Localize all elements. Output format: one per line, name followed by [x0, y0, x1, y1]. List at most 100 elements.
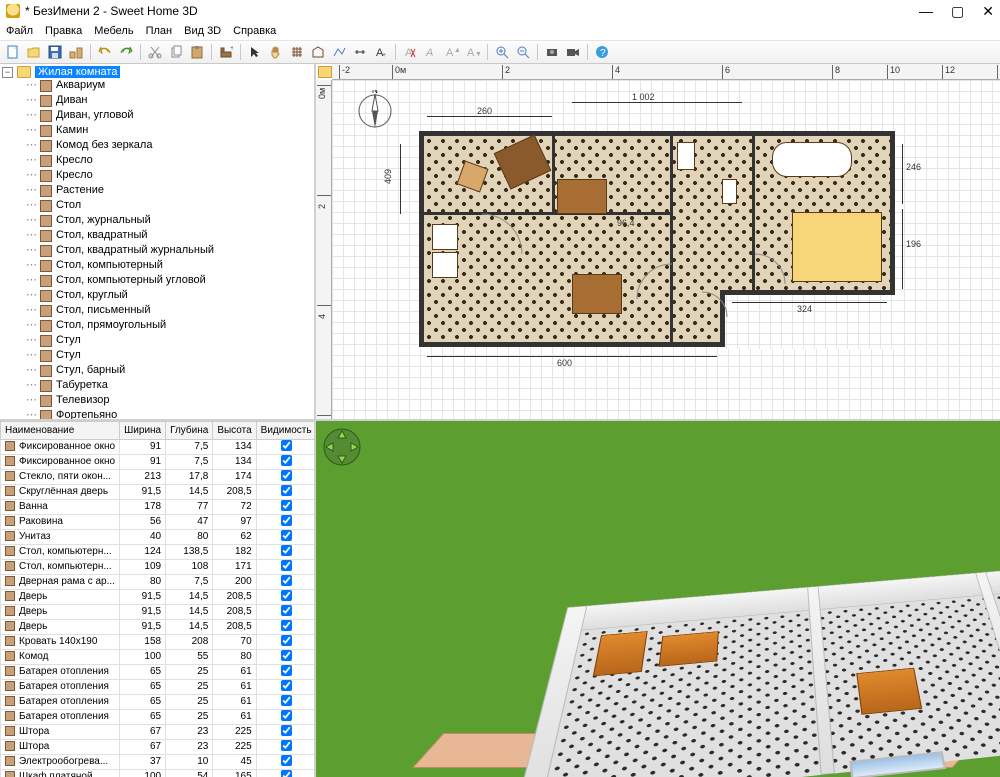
catalog-tree[interactable]: − Жилая комната ⋯Аквариум⋯Диван⋯Диван, у… [0, 64, 314, 419]
table-row[interactable]: Штора6723225 [1, 724, 317, 739]
save-file-icon[interactable] [46, 43, 64, 61]
visibility-checkbox[interactable] [281, 635, 292, 646]
pan-tool-icon[interactable] [267, 43, 285, 61]
visibility-checkbox[interactable] [281, 770, 292, 777]
column-header[interactable]: Наименование [1, 421, 120, 439]
column-header[interactable]: Видимость [256, 421, 316, 439]
visibility-checkbox[interactable] [281, 590, 292, 601]
paste-icon[interactable] [188, 43, 206, 61]
table-row[interactable]: Дверная рама с ар...807,5200 [1, 574, 317, 589]
visibility-checkbox[interactable] [281, 755, 292, 766]
add-furniture-icon[interactable]: + [217, 43, 235, 61]
visibility-checkbox[interactable] [281, 515, 292, 526]
catalog-item[interactable]: ⋯Диван [0, 93, 314, 108]
select-tool-icon[interactable] [246, 43, 264, 61]
menu-edit[interactable]: Правка [45, 25, 82, 37]
table-row[interactable]: Дверь91,514,5208,5 [1, 589, 317, 604]
table-row[interactable]: Комод1005580 [1, 649, 317, 664]
dimension-tool-icon[interactable] [351, 43, 369, 61]
cut-icon[interactable] [146, 43, 164, 61]
catalog-item[interactable]: ⋯Кресло [0, 168, 314, 183]
catalog-item[interactable]: ⋯Стол, журнальный [0, 213, 314, 228]
visibility-checkbox[interactable] [281, 545, 292, 556]
video-icon[interactable] [564, 43, 582, 61]
polyline-tool-icon[interactable] [330, 43, 348, 61]
table-row[interactable]: Электрообогрева...371045 [1, 754, 317, 769]
visibility-checkbox[interactable] [281, 665, 292, 676]
visibility-checkbox[interactable] [281, 725, 292, 736]
table-row[interactable]: Кровать 140x19015820870 [1, 634, 317, 649]
catalog-item[interactable]: ⋯Аквариум [0, 78, 314, 93]
3d-nav-pad[interactable] [322, 427, 362, 467]
table-row[interactable]: Фиксированное окно917,5134 [1, 454, 317, 469]
catalog-item[interactable]: ⋯Стул, барный [0, 363, 314, 378]
visibility-checkbox[interactable] [281, 740, 292, 751]
column-header[interactable]: Высота [213, 421, 256, 439]
visibility-checkbox[interactable] [281, 485, 292, 496]
table-row[interactable]: Ванна1787772 [1, 499, 317, 514]
menu-help[interactable]: Справка [233, 25, 276, 37]
menu-plan[interactable]: План [146, 25, 173, 37]
table-row[interactable]: Скруглённая дверь91,514,5208,5 [1, 484, 317, 499]
close-button[interactable]: ✕ [982, 3, 994, 20]
text-tool-icon[interactable]: A+ [372, 43, 390, 61]
catalog-item[interactable]: ⋯Телевизор [0, 393, 314, 408]
wall-tool-icon[interactable] [288, 43, 306, 61]
catalog-item[interactable]: ⋯Стол, квадратный журнальный [0, 243, 314, 258]
catalog-item[interactable]: ⋯Фортепьяно [0, 408, 314, 419]
catalog-item[interactable]: ⋯Табуретка [0, 378, 314, 393]
column-header[interactable]: Ширина [120, 421, 166, 439]
room-tool-icon[interactable] [309, 43, 327, 61]
table-row[interactable]: Батарея отопления652561 [1, 664, 317, 679]
visibility-checkbox[interactable] [281, 695, 292, 706]
table-row[interactable]: Фиксированное окно917,5134 [1, 439, 317, 454]
catalog-item[interactable]: ⋯Растение [0, 183, 314, 198]
floorplan[interactable]: 1 002 260 409 96,4 246 196 324 600 [422, 124, 902, 359]
catalog-item[interactable]: ⋯Камин [0, 123, 314, 138]
zoom-in-icon[interactable] [493, 43, 511, 61]
copy-icon[interactable] [167, 43, 185, 61]
menu-3dview[interactable]: Вид 3D [184, 25, 221, 37]
visibility-checkbox[interactable] [281, 605, 292, 616]
text-size-up-icon[interactable]: A▲ [443, 43, 461, 61]
visibility-checkbox[interactable] [281, 575, 292, 586]
catalog-root[interactable]: − Жилая комната [0, 66, 314, 78]
new-file-icon[interactable] [4, 43, 22, 61]
collapse-icon[interactable]: − [2, 67, 13, 78]
visibility-checkbox[interactable] [281, 530, 292, 541]
table-row[interactable]: Батарея отопления652561 [1, 709, 317, 724]
redo-icon[interactable] [117, 43, 135, 61]
plan-canvas[interactable]: N [332, 80, 1000, 419]
undo-icon[interactable] [96, 43, 114, 61]
text-italic-icon[interactable]: A [422, 43, 440, 61]
zoom-out-icon[interactable] [514, 43, 532, 61]
catalog-item[interactable]: ⋯Стул [0, 333, 314, 348]
visibility-checkbox[interactable] [281, 470, 292, 481]
table-row[interactable]: Стол, компьютерн...124138,5182 [1, 544, 317, 559]
catalog-item[interactable]: ⋯Стол, компьютерный угловой [0, 273, 314, 288]
open-file-icon[interactable] [25, 43, 43, 61]
visibility-checkbox[interactable] [281, 440, 292, 451]
table-row[interactable]: Стекло, пяти окон...21317,8174 [1, 469, 317, 484]
table-row[interactable]: Штора6723225 [1, 739, 317, 754]
table-row[interactable]: Шкаф платяной10054165 [1, 769, 317, 777]
menu-file[interactable]: Файл [6, 25, 33, 37]
catalog-item[interactable]: ⋯Стул [0, 348, 314, 363]
visibility-checkbox[interactable] [281, 620, 292, 631]
table-row[interactable]: Стол, компьютерн...109108171 [1, 559, 317, 574]
visibility-checkbox[interactable] [281, 455, 292, 466]
table-row[interactable]: Раковина564797 [1, 514, 317, 529]
compass-icon[interactable]: N [354, 90, 396, 132]
catalog-item[interactable]: ⋯Стол, прямоугольный [0, 318, 314, 333]
catalog-item[interactable]: ⋯Стол [0, 198, 314, 213]
table-row[interactable]: Унитаз408062 [1, 529, 317, 544]
text-bold-icon[interactable]: A [401, 43, 419, 61]
maximize-button[interactable]: ▢ [951, 3, 964, 20]
3d-view-pane[interactable] [316, 421, 1000, 777]
catalog-item[interactable]: ⋯Стол, круглый [0, 288, 314, 303]
catalog-item[interactable]: ⋯Стол, письменный [0, 303, 314, 318]
plan-pane[interactable]: 2468101214-20м 2460м N [316, 64, 1000, 421]
preferences-icon[interactable] [67, 43, 85, 61]
catalog-item[interactable]: ⋯Диван, угловой [0, 108, 314, 123]
camera-icon[interactable] [543, 43, 561, 61]
